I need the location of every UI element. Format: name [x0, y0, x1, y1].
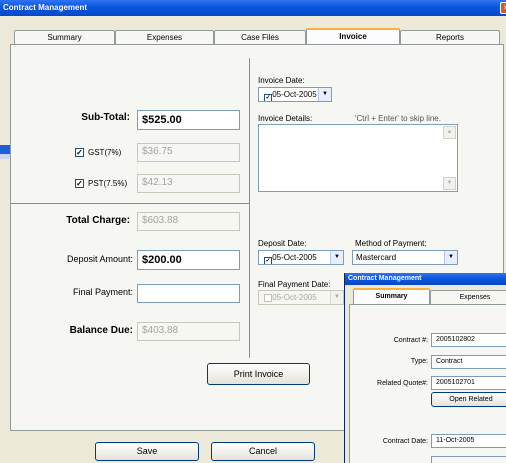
pst-field[interactable]: $42.13 [137, 174, 240, 193]
contract-management-window-secondary: Contract Management Summary Expenses Con… [344, 273, 506, 463]
check-icon: ✓ [265, 95, 271, 101]
balance-due-field[interactable]: $403.88 [137, 322, 240, 341]
related-quote-label: Related Quote#: [377, 380, 428, 387]
tab-summary[interactable]: Summary [353, 288, 430, 304]
chevron-down-icon[interactable]: ▼ [444, 251, 457, 264]
deposit-date-picker[interactable]: ✓ 05-Oct-2005 ▼ [258, 250, 344, 265]
close-window-button[interactable]: × [500, 2, 506, 14]
tab-invoice[interactable]: Invoice [306, 28, 400, 44]
invoice-details-textarea[interactable]: ▲ ▼ [258, 124, 458, 192]
tab-label: Expenses [459, 294, 491, 301]
invoice-date-label: Invoice Date: [258, 76, 305, 85]
type-label: Type: [410, 358, 428, 365]
invoice-date-value: 05-Oct-2005 [272, 90, 317, 99]
pst-label: PST(7.5%) [88, 179, 128, 188]
contract-date-label: Contract Date: [382, 438, 428, 445]
chevron-down-icon[interactable]: ▼ [318, 88, 331, 101]
scroll-up-icon[interactable]: ▲ [443, 126, 456, 139]
partially-hidden-field[interactable] [431, 456, 506, 463]
divider [11, 203, 249, 204]
background-window-fragment [0, 154, 10, 159]
method-of-payment-label: Method of Payment: [355, 239, 427, 248]
contract-date-field[interactable]: 11-Oct-2005 [431, 434, 506, 448]
check-icon: ✓ [76, 148, 83, 157]
invoice-date-checkbox[interactable]: ✓ [264, 94, 272, 101]
final-payment-date-checkbox[interactable] [264, 294, 272, 302]
tab-label: Expenses [146, 33, 183, 42]
final-payment-label: Final Payment: [72, 287, 133, 297]
pst-checkbox[interactable]: ✓ [75, 179, 84, 188]
check-icon: ✓ [76, 179, 83, 188]
window-title: Contract Management [3, 3, 88, 12]
type-field[interactable]: Contract [431, 355, 506, 369]
balance-due-label: Balance Due: [69, 325, 133, 336]
related-quote-field[interactable]: 2005102701 [431, 376, 506, 390]
deposit-date-checkbox[interactable]: ✓ [264, 257, 272, 264]
print-invoice-button[interactable]: Print Invoice [207, 363, 310, 385]
invoice-details-hint: 'Ctrl + Enter' to skip line. [355, 114, 441, 123]
invoice-details-label: Invoice Details: [258, 114, 313, 123]
final-payment-date-label: Final Payment Date: [258, 280, 331, 289]
invoice-date-picker[interactable]: ✓ 05-Oct-2005 ▼ [258, 87, 332, 102]
final-payment-date-picker[interactable]: 05-Oct-2005 ▼ [258, 290, 344, 305]
tab-label: Summary [47, 33, 82, 42]
chevron-down-icon[interactable]: ▼ [330, 291, 343, 304]
tab-case-files[interactable]: Case Files [214, 30, 306, 44]
tab-expenses[interactable]: Expenses [115, 30, 214, 44]
total-charge-field[interactable]: $603.88 [137, 212, 240, 231]
deposit-date-value: 05-Oct-2005 [272, 253, 317, 262]
subtotal-label: Sub-Total: [81, 112, 130, 123]
cancel-button[interactable]: Cancel [211, 442, 315, 461]
window-title-bar[interactable]: Contract Management [345, 273, 506, 285]
divider [249, 58, 250, 358]
gst-label: GST(7%) [88, 148, 122, 157]
background-window-fragment [0, 145, 10, 154]
tab-label: Case Files [241, 33, 279, 42]
check-icon: ✓ [265, 258, 271, 264]
window-title: Contract Management [348, 275, 422, 282]
window-title-bar[interactable]: Contract Management [0, 0, 506, 16]
tab-summary[interactable]: Summary [14, 30, 115, 44]
total-charge-label: Total Charge: [66, 215, 130, 226]
final-payment-field[interactable] [137, 284, 240, 303]
tab-label: Invoice [339, 32, 367, 41]
tab-reports[interactable]: Reports [400, 30, 500, 44]
save-button[interactable]: Save [95, 442, 199, 461]
contract-number-label: Contract #: [393, 337, 428, 344]
gst-field[interactable]: $36.75 [137, 143, 240, 162]
method-of-payment-select[interactable]: Mastercard ▼ [352, 250, 458, 265]
subtotal-field[interactable]: $525.00 [137, 110, 240, 130]
chevron-down-icon[interactable]: ▼ [330, 251, 343, 264]
tab-label: Reports [435, 33, 464, 42]
contract-number-field[interactable]: 2005102802 [431, 333, 506, 347]
deposit-date-label: Deposit Date: [258, 239, 307, 248]
deposit-amount-field[interactable]: $200.00 [137, 250, 240, 270]
open-related-button[interactable]: Open Related [431, 392, 506, 407]
tab-expenses[interactable]: Expenses [430, 290, 506, 304]
method-of-payment-value: Mastercard [356, 253, 397, 262]
final-payment-date-value: 05-Oct-2005 [272, 293, 317, 302]
deposit-amount-label: Deposit Amount: [66, 254, 133, 264]
gst-checkbox[interactable]: ✓ [75, 148, 84, 157]
scroll-down-icon[interactable]: ▼ [443, 177, 456, 190]
tab-label: Summary [375, 293, 408, 300]
